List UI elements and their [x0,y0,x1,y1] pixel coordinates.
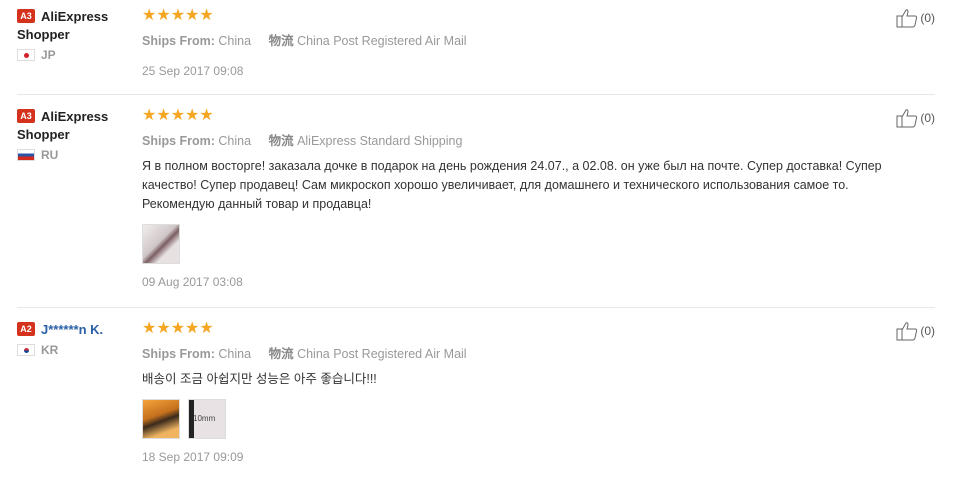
level-badge: A2 [17,322,35,336]
review-date: 09 Aug 2017 03:08 [142,275,243,289]
level-badge: A3 [17,109,35,123]
russia-flag-icon [17,149,35,161]
star-rating: ★★★★★ [142,7,214,24]
reviewer-country: JP [17,48,137,62]
photo-caption: 10mm [193,414,216,423]
helpful-button[interactable]: (0) [896,321,935,341]
japan-flag-icon [17,49,35,61]
reviewer-name: A3 AliExpress Shopper [17,109,109,142]
review-item: A2 J******n K. KR ★★★★★ Ships From: China… [17,321,935,476]
level-badge: A3 [17,9,35,23]
shipping-method: China Post Registered Air Mail [297,347,467,361]
thumbs-up-icon [896,322,918,341]
review-date: 25 Sep 2017 09:08 [142,64,244,78]
ships-from-value: China [218,347,252,361]
reviewer-name: A3 AliExpress Shopper [17,9,109,42]
review-photo-thumbnail[interactable] [142,224,180,264]
logistics-label: 物流 [268,347,294,361]
review-content: ★★★★★ Ships From: China 物流 China Post Re… [142,8,882,79]
helpful-button[interactable]: (0) [896,108,935,128]
review-item: A3 AliExpress Shopper RU ★★★★★ Ships From… [17,108,935,308]
review-content: ★★★★★ Ships From: China 物流 AliExpress St… [142,108,882,290]
ships-from-value: China [218,34,252,48]
logistics-label: 物流 [268,134,294,148]
shipping-method: China Post Registered Air Mail [297,34,467,48]
reviewer-info: A3 AliExpress Shopper RU [17,108,137,162]
review-date: 18 Sep 2017 09:09 [142,450,244,464]
ships-from-label: Ships From: [142,34,215,48]
review-photos: 10mm [142,399,882,439]
shipping-info: Ships From: China 物流 AliExpress Standard… [142,133,882,149]
ships-from-value: China [218,134,252,148]
review-photo-thumbnail[interactable] [142,399,180,439]
helpful-count: (0) [920,11,935,25]
reviewer-info: A2 J******n K. KR [17,321,137,357]
review-item: A3 AliExpress Shopper JP ★★★★★ Ships From… [17,8,935,95]
helpful-count: (0) [920,324,935,338]
shipping-info: Ships From: China 物流 China Post Register… [142,33,882,49]
star-rating: ★★★★★ [142,320,214,337]
reviewer-country: RU [17,148,137,162]
ships-from-label: Ships From: [142,347,215,361]
reviewer-info: A3 AliExpress Shopper JP [17,8,137,62]
reviewer-name[interactable]: A2 J******n K. [17,321,137,339]
shipping-method: AliExpress Standard Shipping [297,134,463,148]
review-text: Я в полном восторге! заказала дочке в по… [142,159,882,211]
korea-flag-icon [17,344,35,356]
review-content: ★★★★★ Ships From: China 物流 China Post Re… [142,321,882,465]
review-photos [142,224,882,264]
review-text: 배송이 조금 아쉽지만 성능은 아주 좋습니다!!! [142,372,377,386]
thumbs-up-icon [896,109,918,128]
reviewer-country: KR [17,343,137,357]
star-rating: ★★★★★ [142,107,214,124]
thumbs-up-icon [896,9,918,28]
logistics-label: 物流 [268,34,294,48]
review-photo-thumbnail[interactable]: 10mm [188,399,226,439]
helpful-count: (0) [920,111,935,125]
shipping-info: Ships From: China 物流 China Post Register… [142,346,882,362]
helpful-button[interactable]: (0) [896,8,935,28]
ships-from-label: Ships From: [142,134,215,148]
